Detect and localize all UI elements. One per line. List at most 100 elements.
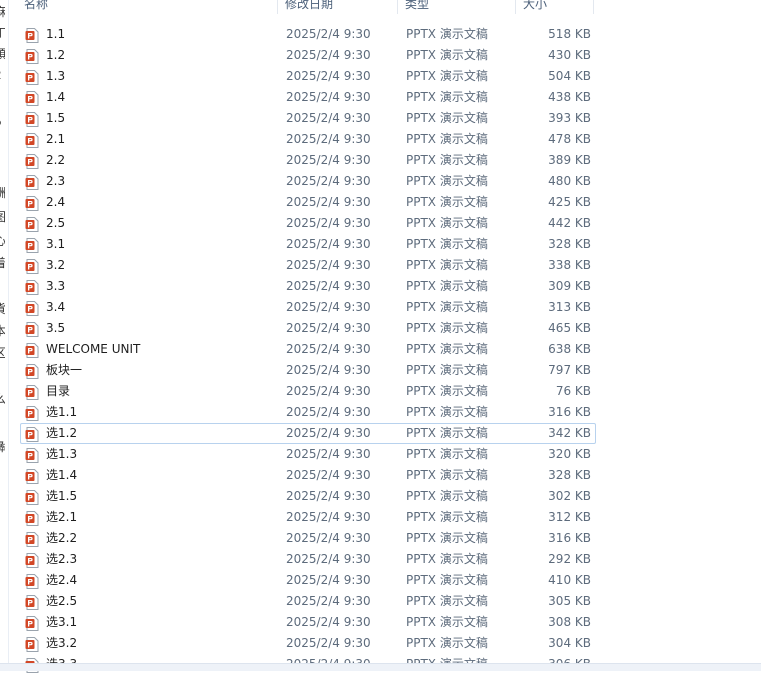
pptx-file-icon [25,175,39,190]
file-modified-date: 2025/2/4 9:30 [286,69,371,83]
file-size: 797 KB [548,363,591,377]
file-name: 3.4 [46,300,66,314]
pptx-file-icon [25,427,39,442]
file-row[interactable]: 2.1 2025/2/4 9:30 PPTX 演示文稿 478 KB [20,129,596,150]
file-row[interactable]: 3.3 2025/2/4 9:30 PPTX 演示文稿 309 KB [20,276,596,297]
file-row[interactable]: 选1.2 2025/2/4 9:30 PPTX 演示文稿 342 KB [20,423,596,444]
column-header-size[interactable]: 大小 [516,0,594,14]
file-type: PPTX 演示文稿 [406,384,488,398]
pptx-file-icon [25,49,39,64]
file-name: 选2.5 [46,594,78,608]
file-name: 选1.2 [46,426,78,440]
file-row[interactable]: 选2.2 2025/2/4 9:30 PPTX 演示文稿 316 KB [20,528,596,549]
file-type: PPTX 演示文稿 [406,426,488,440]
file-name: 2.1 [46,132,66,146]
file-modified-date: 2025/2/4 9:30 [286,342,371,356]
file-row[interactable]: 选3.2 2025/2/4 9:30 PPTX 演示文稿 304 KB [20,633,596,654]
file-type: PPTX 演示文稿 [406,405,488,419]
file-modified-date: 2025/2/4 9:30 [286,426,371,440]
file-row[interactable]: 板块一 2025/2/4 9:30 PPTX 演示文稿 797 KB [20,360,596,381]
pptx-file-icon [25,385,39,400]
column-header-name[interactable]: 名称 [10,0,278,14]
pane-divider [8,0,9,670]
file-row[interactable]: 3.4 2025/2/4 9:30 PPTX 演示文稿 313 KB [20,297,596,318]
pptx-file-icon [25,343,39,358]
file-list: 1.1 2025/2/4 9:30 PPTX 演示文稿 518 KB 1.2 2025/2… [20,24,596,675]
file-size: 76 KB [555,384,591,398]
file-row[interactable]: 1.4 2025/2/4 9:30 PPTX 演示文稿 438 KB [20,87,596,108]
file-size: 438 KB [548,90,591,104]
file-row[interactable]: 1.2 2025/2/4 9:30 PPTX 演示文稿 430 KB [20,45,596,66]
file-name: 选3.1 [46,615,78,629]
file-name: 2.3 [46,174,66,188]
pptx-file-icon [25,154,39,169]
left-pane-edge: 麻丁順 2 P 酬图心着貨本区么彝 [0,0,5,670]
file-row[interactable]: 2.5 2025/2/4 9:30 PPTX 演示文稿 442 KB [20,213,596,234]
file-row[interactable]: 2.3 2025/2/4 9:30 PPTX 演示文稿 480 KB [20,171,596,192]
file-row[interactable]: 3.5 2025/2/4 9:30 PPTX 演示文稿 465 KB [20,318,596,339]
pptx-file-icon [25,490,39,505]
file-row[interactable]: 选1.3 2025/2/4 9:30 PPTX 演示文稿 320 KB [20,444,596,465]
file-size: 465 KB [548,321,591,335]
left-pane-text: 么 [0,392,5,406]
pptx-file-icon [25,322,39,337]
pptx-file-icon [25,532,39,547]
file-name: 2.5 [46,216,66,230]
file-type: PPTX 演示文稿 [406,594,488,608]
file-size: 504 KB [548,69,591,83]
left-pane-text: 貨 [0,302,5,316]
column-header-date[interactable]: 修改日期 [278,0,398,14]
file-row[interactable]: 1.5 2025/2/4 9:30 PPTX 演示文稿 393 KB [20,108,596,129]
file-type: PPTX 演示文稿 [406,90,488,104]
file-modified-date: 2025/2/4 9:30 [286,216,371,230]
file-type: PPTX 演示文稿 [406,279,488,293]
file-row[interactable]: 选2.4 2025/2/4 9:30 PPTX 演示文稿 410 KB [20,570,596,591]
file-modified-date: 2025/2/4 9:30 [286,489,371,503]
file-row[interactable]: 目录 2025/2/4 9:30 PPTX 演示文稿 76 KB [20,381,596,402]
pptx-file-icon [25,406,39,421]
file-modified-date: 2025/2/4 9:30 [286,594,371,608]
file-size: 425 KB [548,195,591,209]
file-modified-date: 2025/2/4 9:30 [286,153,371,167]
file-row[interactable]: 选2.1 2025/2/4 9:30 PPTX 演示文稿 312 KB [20,507,596,528]
file-row[interactable]: 选2.3 2025/2/4 9:30 PPTX 演示文稿 292 KB [20,549,596,570]
file-type: PPTX 演示文稿 [406,447,488,461]
file-name: 目录 [46,384,71,398]
file-name: 选1.3 [46,447,78,461]
file-name: 选1.1 [46,405,78,419]
left-pane-text: 順 [0,47,5,61]
file-size: 478 KB [548,132,591,146]
file-row[interactable]: 1.1 2025/2/4 9:30 PPTX 演示文稿 518 KB [20,24,596,45]
file-name: 3.3 [46,279,66,293]
file-type: PPTX 演示文稿 [406,153,488,167]
file-modified-date: 2025/2/4 9:30 [286,48,371,62]
file-type: PPTX 演示文稿 [406,321,488,335]
file-row[interactable]: 选1.1 2025/2/4 9:30 PPTX 演示文稿 316 KB [20,402,596,423]
file-row[interactable]: 3.2 2025/2/4 9:30 PPTX 演示文稿 338 KB [20,255,596,276]
file-row[interactable]: 选2.5 2025/2/4 9:30 PPTX 演示文稿 305 KB [20,591,596,612]
file-type: PPTX 演示文稿 [406,510,488,524]
file-row[interactable]: 选3.1 2025/2/4 9:30 PPTX 演示文稿 308 KB [20,612,596,633]
file-row[interactable]: 选1.5 2025/2/4 9:30 PPTX 演示文稿 302 KB [20,486,596,507]
file-row[interactable]: 1.3 2025/2/4 9:30 PPTX 演示文稿 504 KB [20,66,596,87]
file-type: PPTX 演示文稿 [406,27,488,41]
file-name: 3.2 [46,258,66,272]
left-pane-text: 心 [0,234,5,248]
left-pane-text: 2 [0,68,5,82]
file-size: 292 KB [548,552,591,566]
pptx-file-icon [25,448,39,463]
file-size: 308 KB [548,615,591,629]
column-header-type[interactable]: 类型 [398,0,516,14]
pptx-file-icon [25,301,39,316]
file-type: PPTX 演示文稿 [406,174,488,188]
file-modified-date: 2025/2/4 9:30 [286,363,371,377]
file-type: PPTX 演示文稿 [406,48,488,62]
pptx-file-icon [25,595,39,610]
file-row[interactable]: 3.1 2025/2/4 9:30 PPTX 演示文稿 328 KB [20,234,596,255]
file-row[interactable]: WELCOME UNIT 2025/2/4 9:30 PPTX 演示文稿 638 KB [20,339,596,360]
file-row[interactable]: 选1.4 2025/2/4 9:30 PPTX 演示文稿 328 KB [20,465,596,486]
file-type: PPTX 演示文稿 [406,363,488,377]
file-modified-date: 2025/2/4 9:30 [286,552,371,566]
file-row[interactable]: 2.4 2025/2/4 9:30 PPTX 演示文稿 425 KB [20,192,596,213]
file-row[interactable]: 2.2 2025/2/4 9:30 PPTX 演示文稿 389 KB [20,150,596,171]
